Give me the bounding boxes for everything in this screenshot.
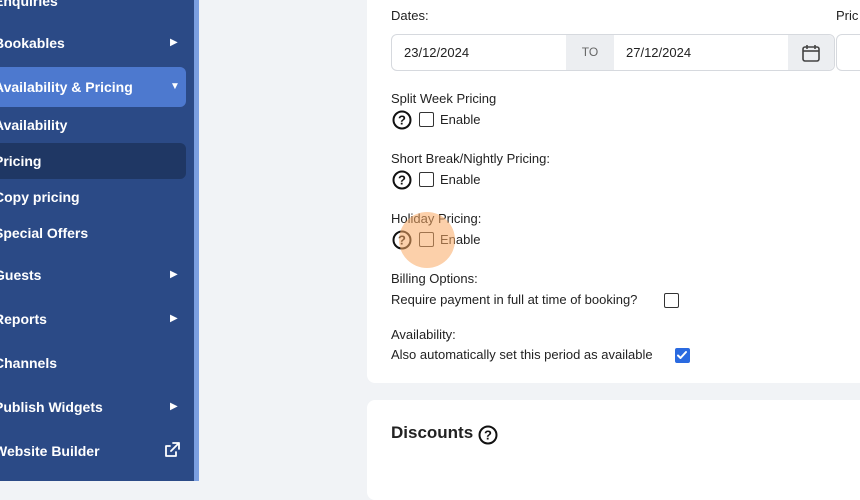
- sidebar-item-label: Reports: [0, 311, 47, 327]
- date-to-value[interactable]: 27/12/2024: [626, 35, 691, 70]
- sidebar-item-label: Availability: [0, 117, 68, 133]
- help-icon[interactable]: ?: [478, 425, 498, 445]
- checkmark-icon: [677, 351, 687, 359]
- click-highlight: [399, 212, 455, 268]
- calendar-button[interactable]: [788, 35, 834, 70]
- sidebar-item-label: Pricing: [0, 153, 42, 169]
- external-link-icon: [165, 442, 180, 457]
- sidebar-item-label: Copy pricing: [0, 189, 80, 205]
- svg-text:?: ?: [398, 113, 406, 128]
- sidebar-scrollbar[interactable]: [194, 0, 199, 481]
- sidebar-item-label: Channels: [0, 355, 58, 371]
- svg-text:?: ?: [398, 173, 406, 188]
- date-to-separator: TO: [566, 35, 614, 70]
- svg-text:?: ?: [484, 428, 492, 443]
- split-week-checkbox[interactable]: [419, 112, 434, 127]
- split-week-enable-label: Enable: [440, 112, 481, 127]
- chevron-right-icon: ▶: [170, 401, 178, 412]
- help-icon[interactable]: ?: [392, 170, 412, 190]
- short-break-label: Short Break/Nightly Pricing:: [391, 151, 550, 166]
- help-icon[interactable]: ?: [392, 110, 412, 130]
- availability-label: Availability:: [391, 327, 456, 342]
- calendar-icon: [802, 45, 820, 62]
- split-week-label: Split Week Pricing: [391, 91, 497, 106]
- date-from-value[interactable]: 23/12/2024: [404, 35, 469, 70]
- sidebar-item-label: Enquiries: [0, 0, 58, 9]
- sidebar-item-label: Availability & Pricing: [0, 79, 133, 95]
- chevron-right-icon: ▶: [170, 313, 178, 324]
- discounts-title: Discounts: [391, 423, 474, 442]
- discounts-card: [367, 400, 860, 500]
- chevron-down-icon: ▼: [170, 81, 180, 92]
- require-payment-checkbox[interactable]: [664, 293, 679, 308]
- price-input[interactable]: [836, 34, 860, 71]
- chevron-right-icon: ▶: [170, 269, 178, 280]
- short-break-enable-label: Enable: [440, 172, 481, 187]
- billing-option-label: Require payment in full at time of booki…: [391, 292, 638, 307]
- billing-options-label: Billing Options:: [391, 271, 478, 286]
- sidebar-item-label: Publish Widgets: [0, 399, 103, 415]
- sidebar-item-label: Special Offers: [0, 225, 89, 241]
- short-break-checkbox[interactable]: [419, 172, 434, 187]
- dates-label: Dates:: [391, 8, 429, 23]
- date-range-input[interactable]: 23/12/2024 TO 27/12/2024: [391, 34, 835, 71]
- sidebar-item-label: Bookables: [0, 35, 65, 51]
- chevron-right-icon: ▶: [170, 37, 178, 48]
- sidebar-item-label: Website Builder: [0, 443, 100, 459]
- availability-option-label: Also automatically set this period as av…: [391, 347, 653, 362]
- price-label: Pric: [836, 8, 859, 23]
- set-available-checkbox[interactable]: [675, 348, 690, 363]
- sidebar-item-label: Guests: [0, 267, 42, 283]
